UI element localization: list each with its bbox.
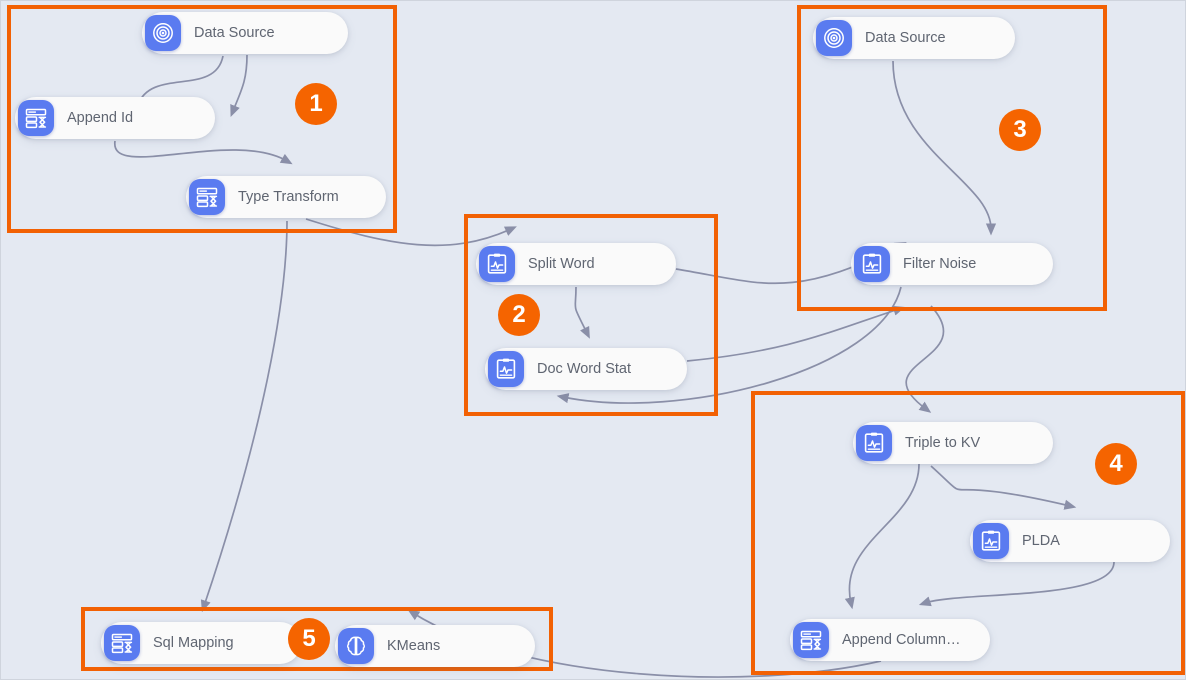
- brain-icon: [338, 628, 374, 664]
- clipboard-chart-icon: [856, 425, 892, 461]
- table-hourglass-icon: [18, 100, 54, 136]
- target-icon: [145, 15, 181, 51]
- node-kmeans[interactable]: KMeans: [335, 625, 535, 667]
- node-doc-word-stat[interactable]: Doc Word Stat: [485, 348, 687, 390]
- node-plda[interactable]: PLDA: [970, 520, 1170, 562]
- node-label: Data Source: [865, 30, 946, 46]
- node-data-source-1[interactable]: Data Source: [142, 12, 348, 54]
- clipboard-chart-icon: [854, 246, 890, 282]
- node-label: PLDA: [1022, 533, 1060, 549]
- clipboard-chart-icon: [973, 523, 1009, 559]
- node-append-id[interactable]: Append Id: [15, 97, 215, 139]
- table-hourglass-icon: [793, 622, 829, 658]
- edge-type-transform-to-sql-mapping: [200, 220, 288, 613]
- node-label: Append Column…: [842, 632, 961, 648]
- node-split-word[interactable]: Split Word: [476, 243, 676, 285]
- node-triple-to-kv[interactable]: Triple to KV: [853, 422, 1053, 464]
- node-append-column[interactable]: Append Column…: [790, 619, 990, 661]
- node-label: Append Id: [67, 110, 134, 126]
- group-badge-5: 5: [288, 618, 330, 660]
- node-type-transform[interactable]: Type Transform: [186, 176, 386, 218]
- node-label: KMeans: [387, 638, 441, 654]
- node-label: Split Word: [528, 256, 595, 272]
- node-label: Filter Noise: [903, 256, 977, 272]
- clipboard-chart-icon: [479, 246, 515, 282]
- table-hourglass-icon: [189, 179, 225, 215]
- node-label: Doc Word Stat: [537, 361, 632, 377]
- edge-doc-word-stat-to-filter-noise: [686, 305, 906, 362]
- group-badge-3: 3: [999, 109, 1041, 151]
- node-label: Data Source: [194, 25, 275, 41]
- target-icon: [816, 20, 852, 56]
- table-hourglass-icon: [104, 625, 140, 661]
- workflow-canvas[interactable]: 1 2 3 4 5 Data Source Append Id Type Transform…: [0, 0, 1186, 680]
- node-label: Sql Mapping: [153, 635, 234, 651]
- group-badge-2: 2: [498, 294, 540, 336]
- node-sql-mapping[interactable]: Sql Mapping: [101, 622, 301, 664]
- node-label: Triple to KV: [905, 435, 981, 451]
- node-data-source-2[interactable]: Data Source: [813, 17, 1015, 59]
- node-filter-noise[interactable]: Filter Noise: [851, 243, 1053, 285]
- group-badge-1: 1: [295, 83, 337, 125]
- group-badge-4: 4: [1095, 443, 1137, 485]
- clipboard-chart-icon: [488, 351, 524, 387]
- node-label: Type Transform: [238, 189, 339, 205]
